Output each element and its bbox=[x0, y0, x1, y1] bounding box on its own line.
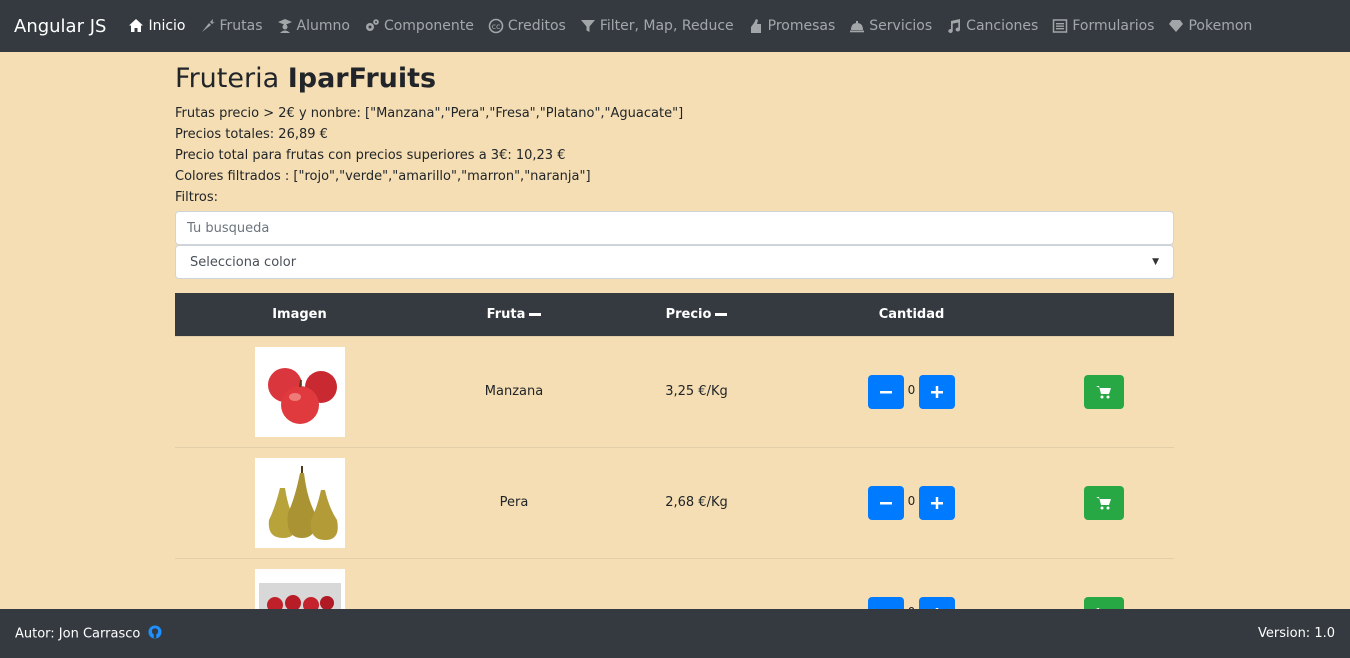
nav-item-creditos[interactable]: cc Creditos bbox=[488, 18, 566, 34]
nav-item-componente[interactable]: Componente bbox=[364, 18, 474, 34]
nav-label: Canciones bbox=[966, 18, 1039, 34]
footer: Autor: Jon Carrasco Version: 1.0 bbox=[0, 609, 1350, 658]
add-to-cart-button[interactable] bbox=[1084, 374, 1124, 409]
apple-image bbox=[254, 346, 345, 437]
fruit-price: 3,25 €/Kg bbox=[665, 384, 728, 400]
search-input[interactable]: Tu busqueda bbox=[175, 211, 1174, 246]
bell-concierge-icon bbox=[849, 18, 865, 34]
nav-item-canciones[interactable]: Canciones bbox=[946, 18, 1038, 34]
fruit-name: Pera bbox=[499, 495, 529, 511]
nav-item-formularios[interactable]: Formularios bbox=[1052, 18, 1154, 34]
gem-icon bbox=[1168, 18, 1184, 34]
author-text: Autor: Jon Carrasco bbox=[15, 626, 141, 641]
header-actions bbox=[1034, 293, 1174, 336]
increase-button[interactable] bbox=[919, 485, 956, 520]
title-prefix: Fruteria bbox=[175, 63, 280, 94]
nav-label: Formularios bbox=[1072, 18, 1155, 34]
caret-down-icon: ▼ bbox=[1152, 257, 1159, 268]
fruits-table: Imagen Fruta Precio Cantidad Manzana 3,2… bbox=[175, 293, 1174, 658]
quantity-value: 0 bbox=[907, 493, 916, 508]
plus-icon bbox=[931, 385, 944, 398]
nav-label: Pokemon bbox=[1188, 18, 1253, 34]
cogs-icon bbox=[364, 18, 380, 34]
info-line-colors: Colores filtrados : ["rojo","verde","ama… bbox=[175, 169, 591, 185]
header-image: Imagen bbox=[272, 307, 327, 323]
info-block: Frutas precio > 2€ y nonbre: ["Manzana",… bbox=[175, 103, 1174, 208]
color-select-value: Selecciona color bbox=[190, 254, 297, 270]
minus-icon bbox=[879, 501, 892, 505]
color-select[interactable]: Selecciona color ▼ bbox=[175, 245, 1174, 280]
quantity-stepper: 0 bbox=[867, 485, 956, 520]
nav-item-pokemon[interactable]: Pokemon bbox=[1168, 18, 1252, 34]
cart-icon bbox=[1096, 385, 1111, 399]
nav-item-filter[interactable]: Filter, Map, Reduce bbox=[580, 18, 734, 34]
copyright-icon: cc bbox=[488, 18, 504, 34]
nav-item-alumno[interactable]: Alumno bbox=[277, 18, 350, 34]
nav-label: Promesas bbox=[767, 18, 836, 34]
home-icon bbox=[128, 18, 144, 34]
quantity-value: 0 bbox=[907, 382, 916, 397]
filter-icon bbox=[580, 18, 596, 34]
navbar: Angular JS Inicio Frutas Alumno Componen… bbox=[0, 0, 1350, 52]
cart-icon bbox=[1096, 496, 1111, 510]
increase-button[interactable] bbox=[919, 374, 956, 409]
handshake-icon bbox=[748, 18, 764, 34]
header-price[interactable]: Precio bbox=[604, 293, 789, 336]
nav-label: Servicios bbox=[869, 18, 933, 34]
svg-text:cc: cc bbox=[491, 22, 500, 31]
page-title: Fruteria IparFruits bbox=[175, 63, 1174, 95]
minus-icon bbox=[879, 390, 892, 394]
nav-item-inicio[interactable]: Inicio bbox=[128, 18, 186, 34]
nav-label: Inicio bbox=[148, 18, 186, 34]
info-line-filtered-names: Frutas precio > 2€ y nonbre: ["Manzana",… bbox=[175, 106, 684, 122]
nav-label: Frutas bbox=[219, 18, 263, 34]
add-to-cart-button[interactable] bbox=[1084, 485, 1124, 520]
fruit-price: 2,68 €/Kg bbox=[665, 495, 728, 511]
decrease-button[interactable] bbox=[867, 485, 904, 520]
music-icon bbox=[946, 18, 962, 34]
header-fruit-label: Fruta bbox=[486, 307, 526, 323]
table-row: Manzana 3,25 €/Kg 0 bbox=[175, 336, 1174, 447]
info-line-total-above-3: Precio total para frutas con precios sup… bbox=[175, 148, 566, 164]
form-icon bbox=[1052, 18, 1068, 34]
footer-author: Autor: Jon Carrasco bbox=[15, 624, 163, 643]
pear-image bbox=[254, 457, 345, 548]
header-quantity: Cantidad bbox=[878, 307, 945, 323]
sort-icon bbox=[529, 313, 542, 317]
table-row: Pera 2,68 €/Kg 0 bbox=[175, 447, 1174, 558]
table-header-row: Imagen Fruta Precio Cantidad bbox=[175, 293, 1174, 337]
nav-label: Alumno bbox=[296, 18, 350, 34]
carrot-icon bbox=[200, 18, 216, 34]
nav-item-servicios[interactable]: Servicios bbox=[849, 18, 932, 34]
nav-item-frutas[interactable]: Frutas bbox=[200, 18, 263, 34]
nav-label: Filter, Map, Reduce bbox=[599, 18, 734, 34]
quantity-stepper: 0 bbox=[867, 374, 956, 409]
navbar-brand[interactable]: Angular JS bbox=[14, 16, 106, 37]
info-line-filters: Filtros: bbox=[175, 190, 219, 206]
title-brand: IparFruits bbox=[287, 63, 437, 94]
nav-label: Componente bbox=[383, 18, 474, 34]
header-price-label: Precio bbox=[665, 307, 712, 323]
fruit-name: Manzana bbox=[484, 384, 544, 400]
header-fruit[interactable]: Fruta bbox=[424, 293, 604, 336]
graduate-icon bbox=[277, 18, 293, 34]
github-icon[interactable] bbox=[148, 624, 163, 643]
footer-version: Version: 1.0 bbox=[1258, 626, 1335, 641]
info-line-total-price: Precios totales: 26,89 € bbox=[175, 127, 328, 143]
main-content: Fruteria IparFruits Frutas precio > 2€ y… bbox=[175, 52, 1174, 658]
decrease-button[interactable] bbox=[867, 374, 904, 409]
sort-icon bbox=[715, 313, 728, 317]
nav-item-promesas[interactable]: Promesas bbox=[748, 18, 836, 34]
nav-label: Creditos bbox=[507, 18, 566, 34]
plus-icon bbox=[931, 496, 944, 509]
